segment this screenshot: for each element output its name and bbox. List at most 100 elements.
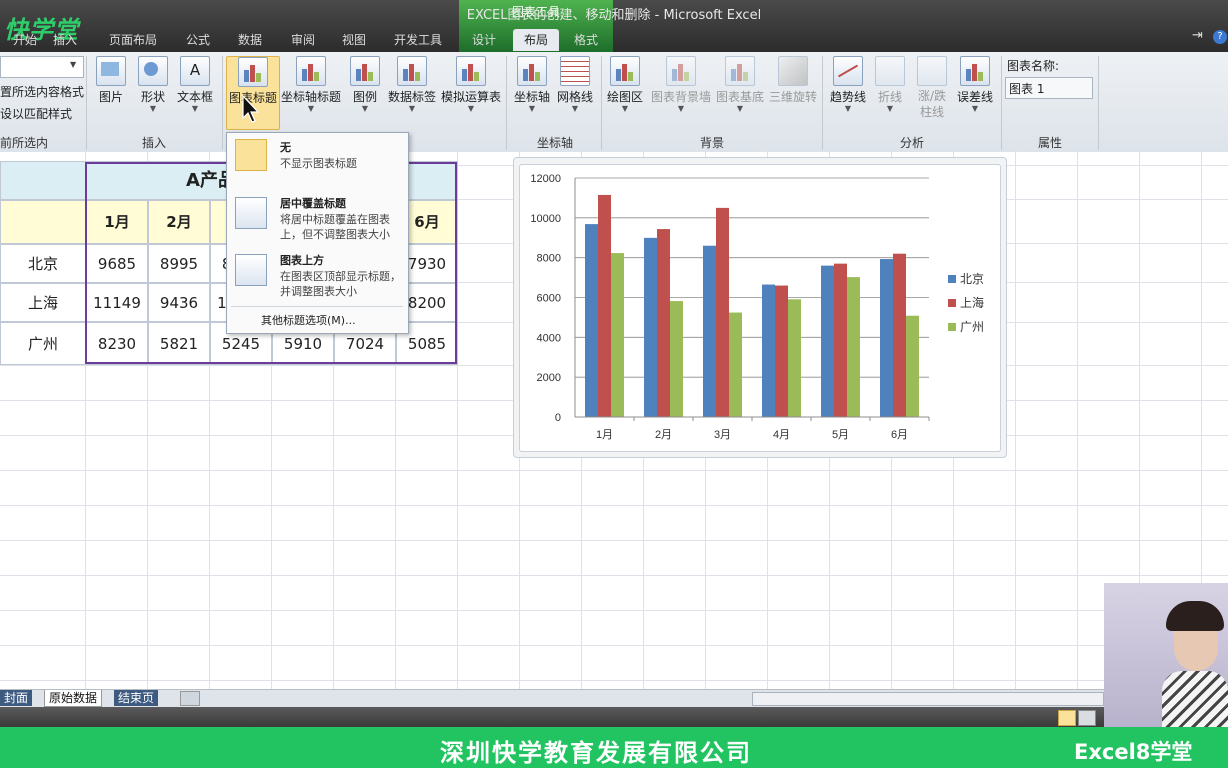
- value-cell[interactable]: 5821: [148, 322, 210, 365]
- chart-wall-button[interactable]: 图表背景墙 ▼: [650, 56, 712, 113]
- axis-titles-button[interactable]: 坐标轴标题 ▼: [280, 56, 342, 113]
- normal-view-icon[interactable]: [1058, 710, 1076, 726]
- tab-design[interactable]: 设计: [464, 29, 504, 51]
- chart-bar: [834, 263, 847, 417]
- shapes-icon: [138, 56, 168, 86]
- value-cell[interactable]: 9685: [86, 244, 148, 283]
- more-title-options[interactable]: 其他标题选项(M)...: [261, 312, 356, 328]
- value-cell[interactable]: 9436: [148, 283, 210, 322]
- tab-insert[interactable]: 插入: [48, 29, 82, 51]
- chevron-down-icon: ▼: [149, 104, 157, 113]
- group-separator: [822, 56, 823, 150]
- tab-page-layout[interactable]: 页面布局: [103, 29, 163, 51]
- tab-view[interactable]: 视图: [334, 29, 374, 51]
- group-label-axes: 坐标轴: [536, 136, 573, 150]
- chart-bar: [880, 259, 893, 417]
- data-table-button[interactable]: 模拟运算表 ▼: [440, 56, 502, 113]
- minimize-ribbon-icon[interactable]: ⇥: [1192, 28, 1203, 43]
- presenter-webcam: [1104, 583, 1228, 727]
- city-cell[interactable]: 上海: [0, 283, 86, 322]
- chart-bar: [716, 207, 729, 417]
- y-tick-label: 8000: [537, 253, 561, 265]
- x-tick-label: 3月: [714, 429, 731, 441]
- sheet-tab-raw-data[interactable]: 原始数据: [44, 690, 103, 707]
- above-chart-title-icon: [235, 254, 267, 286]
- tab-format[interactable]: 格式: [566, 29, 606, 51]
- textbox-button[interactable]: A 文本框 ▼: [176, 56, 214, 113]
- legend-label: 广州: [960, 320, 984, 334]
- chart-bar: [670, 301, 683, 417]
- new-sheet-icon[interactable]: [180, 691, 200, 706]
- tab-formulas[interactable]: 公式: [178, 29, 218, 51]
- chart-bar: [657, 229, 670, 417]
- y-tick-label: 2000: [537, 372, 561, 384]
- x-tick-label: 2月: [655, 429, 672, 441]
- shapes-button[interactable]: 形状 ▼: [134, 56, 172, 113]
- chart-bar: [893, 253, 906, 417]
- company-name: 深圳快学教育发展有限公司: [440, 739, 752, 767]
- gridlines-icon: [560, 56, 590, 86]
- month-header-cell[interactable]: 1月: [86, 200, 148, 244]
- page-layout-view-icon[interactable]: [1078, 710, 1096, 726]
- tab-review[interactable]: 审阅: [283, 29, 323, 51]
- chevron-down-icon: ▼: [736, 104, 744, 113]
- chevron-down-icon: ▼: [361, 104, 369, 113]
- tab-layout[interactable]: 布局: [513, 29, 559, 51]
- legend-button[interactable]: 图例 ▼: [346, 56, 384, 113]
- chart-wall-icon: [666, 56, 696, 86]
- help-icon[interactable]: ?: [1213, 30, 1227, 44]
- 3d-rotation-button[interactable]: 三维旋转: [768, 56, 818, 105]
- plot-area-button[interactable]: 绘图区 ▼: [604, 56, 646, 113]
- city-cell[interactable]: 北京: [0, 244, 86, 283]
- chevron-down-icon: ▼: [621, 104, 629, 113]
- column-chart[interactable]: 0 2000 4000 6000 8000 10000 12000 1月 2月 3月 4月 5月 6月 北…: [519, 164, 999, 450]
- tab-developer[interactable]: 开发工具: [386, 29, 450, 51]
- x-tick-label: 6月: [891, 429, 908, 441]
- updown-bars-icon: [917, 56, 947, 86]
- value-cell[interactable]: 11149: [86, 283, 148, 322]
- header-empty-cell[interactable]: [0, 200, 86, 244]
- group-label-insert: 插入: [141, 136, 166, 150]
- month-header-cell[interactable]: 2月: [148, 200, 210, 244]
- x-tick-label: 4月: [773, 429, 790, 441]
- error-bars-button[interactable]: 误差线 ▼: [954, 56, 996, 113]
- reset-style-button[interactable]: 重设以匹配样式: [0, 105, 72, 122]
- group-separator: [222, 56, 223, 150]
- picture-button[interactable]: 图片: [92, 56, 130, 105]
- chart-name-field[interactable]: 图表 1: [1005, 77, 1093, 99]
- format-selection-button[interactable]: 设置所选内容格式: [0, 83, 84, 100]
- updown-bars-button[interactable]: 涨/跌柱线: [910, 56, 954, 120]
- tab-data[interactable]: 数据: [230, 29, 270, 51]
- horizontal-scrollbar[interactable]: [752, 692, 1104, 706]
- lines-button[interactable]: 折线 ▼: [872, 56, 908, 113]
- textbox-icon: A: [180, 56, 210, 86]
- gridlines-button[interactable]: 网格线 ▼: [554, 56, 596, 113]
- chart-floor-button[interactable]: 图表基底 ▼: [714, 56, 766, 113]
- chevron-down-icon: ▼: [528, 104, 536, 113]
- x-tick-label: 1月: [596, 429, 613, 441]
- chevron-down-icon: ▼: [571, 104, 579, 113]
- chevron-down-icon: ▼: [677, 104, 685, 113]
- chart-bar: [821, 265, 834, 417]
- axes-icon: [517, 56, 547, 86]
- mouse-cursor-icon: [242, 94, 260, 123]
- group-separator: [1001, 56, 1002, 150]
- value-cell[interactable]: 8230: [86, 322, 148, 365]
- value-cell[interactable]: 8995: [148, 244, 210, 283]
- sheet-tab-end[interactable]: 结束页: [114, 690, 159, 706]
- chart-bar: [788, 299, 801, 417]
- tab-home[interactable]: 开始: [8, 29, 42, 51]
- axes-button[interactable]: 坐标轴 ▼: [512, 56, 552, 113]
- trendline-button[interactable]: 趋势线 ▼: [826, 56, 870, 113]
- axis-titles-icon: [296, 56, 326, 86]
- data-labels-button[interactable]: 数据标签 ▼: [386, 56, 438, 113]
- status-bar: [0, 707, 1228, 727]
- city-cell[interactable]: 广州: [0, 322, 86, 365]
- group-separator: [1098, 56, 1099, 150]
- window-title: EXCEL图表的创建、移动和删除 - Microsoft Excel: [466, 8, 762, 23]
- chart-bar: [703, 245, 716, 417]
- group-separator: [506, 56, 507, 150]
- sheet-tab-cover[interactable]: 封面: [0, 690, 33, 706]
- chart-title-dropdown-menu: 无 不显示图表标题 居中覆盖标题 将居中标题覆盖在图表上，但不调整图表大小 图表…: [226, 132, 409, 334]
- chevron-down-icon: ▼: [886, 104, 894, 113]
